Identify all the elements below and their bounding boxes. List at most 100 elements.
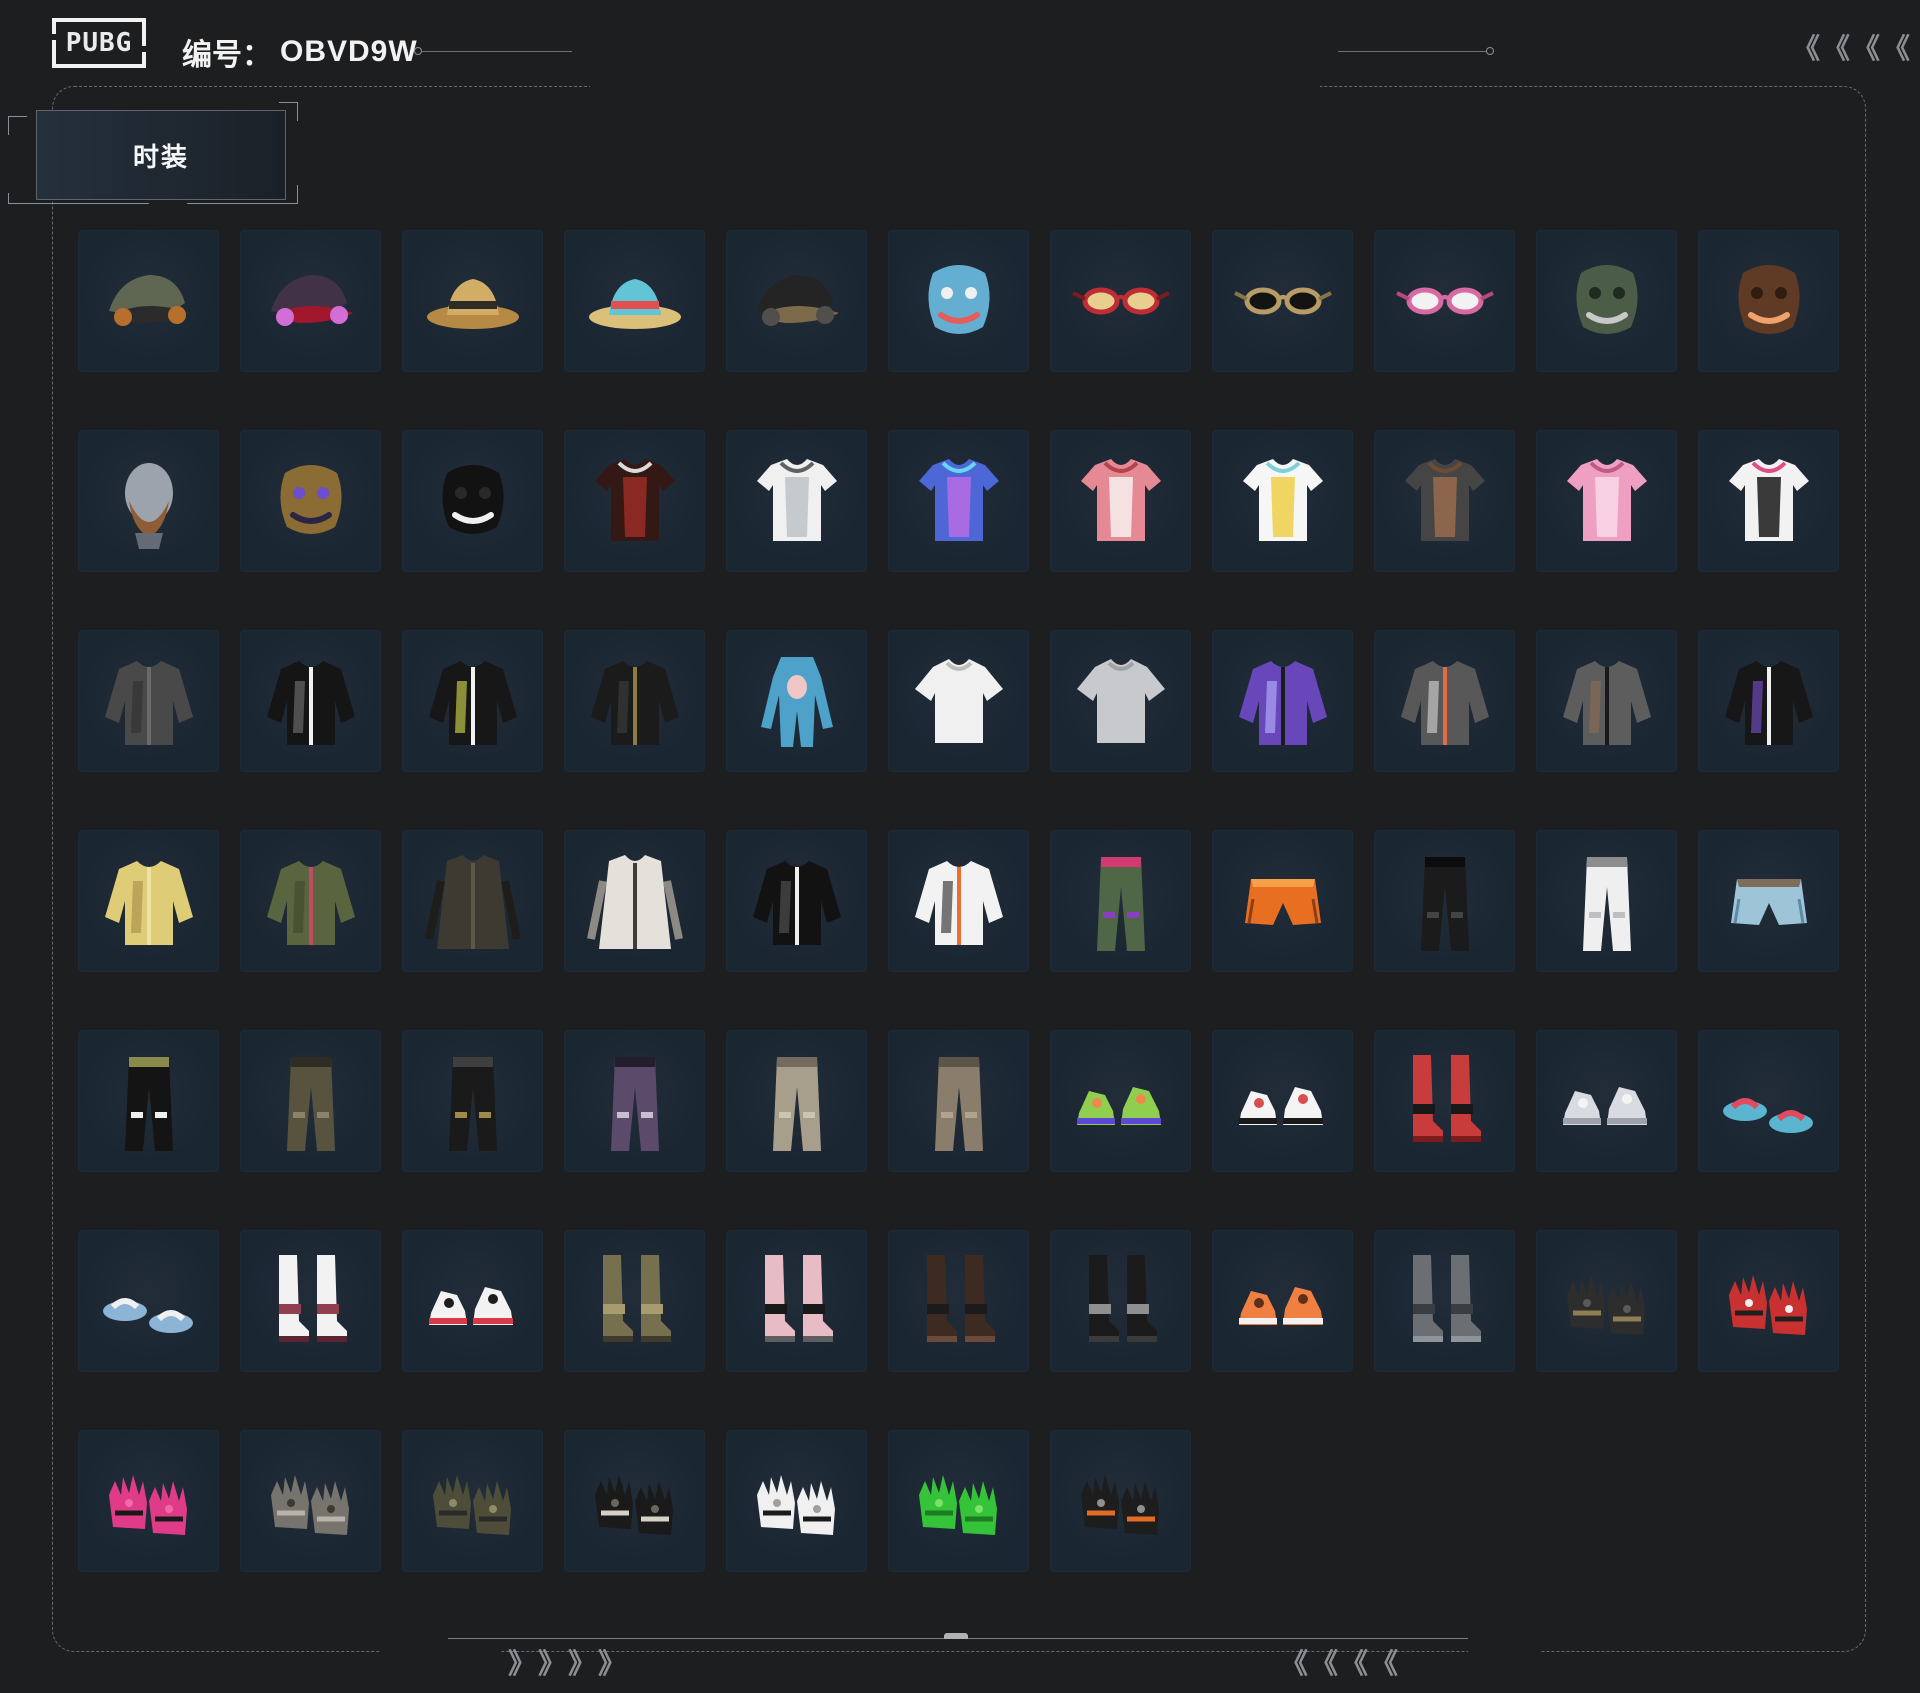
green-bomber-icon	[251, 841, 371, 961]
item-tile[interactable]	[1212, 830, 1353, 972]
gold-sunglasses-icon	[1223, 241, 1343, 361]
item-tile[interactable]	[240, 230, 381, 372]
item-tile[interactable]	[1050, 230, 1191, 372]
item-tile[interactable]	[1212, 230, 1353, 372]
visor-glasses-icon	[1385, 241, 1505, 361]
item-tile[interactable]	[1698, 230, 1839, 372]
item-tile[interactable]	[726, 630, 867, 772]
top-right-arrows: 《 《 《 《	[1792, 35, 1910, 63]
bottom-left-arrows: 》 》 》 》	[508, 1650, 626, 1678]
item-tile[interactable]	[402, 1030, 543, 1172]
item-tile[interactable]	[1698, 1230, 1839, 1372]
item-tile[interactable]	[726, 430, 867, 572]
black-cap-icon	[737, 241, 857, 361]
item-tile[interactable]	[1374, 830, 1515, 972]
item-tile[interactable]	[402, 630, 543, 772]
item-tile[interactable]	[1536, 230, 1677, 372]
item-tile[interactable]	[888, 630, 1029, 772]
item-tile[interactable]	[240, 1030, 381, 1172]
item-tile[interactable]	[1536, 830, 1677, 972]
item-tile[interactable]	[1050, 430, 1191, 572]
white-tank-top-icon	[737, 441, 857, 561]
item-tile[interactable]	[240, 1430, 381, 1572]
item-tile[interactable]	[78, 1030, 219, 1172]
tattoo-shirt-icon	[1385, 441, 1505, 561]
item-tile[interactable]	[888, 1030, 1029, 1172]
item-tile[interactable]	[1374, 1230, 1515, 1372]
item-tile[interactable]	[888, 1230, 1029, 1372]
item-tile[interactable]	[78, 430, 219, 572]
item-tile[interactable]	[1050, 1030, 1191, 1172]
item-tile[interactable]	[1374, 630, 1515, 772]
item-tile[interactable]	[1698, 430, 1839, 572]
frame-gap-bottom-right	[1468, 1645, 1540, 1659]
item-tile[interactable]	[564, 830, 705, 972]
green-gloves-icon	[899, 1441, 1019, 1561]
item-tile[interactable]	[240, 430, 381, 572]
item-tile[interactable]	[1050, 1230, 1191, 1372]
item-tile[interactable]	[564, 1430, 705, 1572]
orange-shorts-icon	[1223, 841, 1343, 961]
item-tile[interactable]	[726, 1030, 867, 1172]
item-tile[interactable]	[1050, 1430, 1191, 1572]
white-orange-jacket-icon	[899, 841, 1019, 961]
item-tile[interactable]	[240, 630, 381, 772]
bottom-left-arrow-2: 》	[538, 1647, 567, 1680]
item-tile[interactable]	[888, 830, 1029, 972]
frame-gap-bottom-left	[380, 1645, 500, 1659]
item-tile[interactable]	[1212, 630, 1353, 772]
bucket-hat-icon	[413, 241, 533, 361]
item-tile[interactable]	[78, 1230, 219, 1372]
item-tile[interactable]	[1050, 830, 1191, 972]
gray-boots-icon	[1385, 1241, 1505, 1361]
item-tile[interactable]	[1698, 1030, 1839, 1172]
item-tile[interactable]	[888, 1430, 1029, 1572]
item-tile[interactable]	[240, 1230, 381, 1372]
item-tile[interactable]	[564, 1030, 705, 1172]
item-tile[interactable]	[1698, 830, 1839, 972]
item-tile[interactable]	[1050, 630, 1191, 772]
item-tile[interactable]	[726, 230, 867, 372]
item-tile[interactable]	[240, 830, 381, 972]
item-tile[interactable]	[1536, 1230, 1677, 1372]
item-tile[interactable]	[726, 830, 867, 972]
item-tile[interactable]	[78, 830, 219, 972]
black-tie-shirt-icon	[575, 641, 695, 761]
item-tile[interactable]	[1212, 430, 1353, 572]
item-tile[interactable]	[564, 430, 705, 572]
item-tile[interactable]	[402, 430, 543, 572]
item-tile[interactable]	[564, 630, 705, 772]
item-tile[interactable]	[78, 1430, 219, 1572]
item-tile[interactable]	[1536, 430, 1677, 572]
item-tile[interactable]	[564, 1230, 705, 1372]
item-tile[interactable]	[1374, 1030, 1515, 1172]
denim-shorts-icon	[1709, 841, 1829, 961]
item-tile[interactable]	[888, 430, 1029, 572]
item-tile[interactable]	[1212, 1030, 1353, 1172]
item-tile[interactable]	[402, 1430, 543, 1572]
item-tile[interactable]	[1536, 1030, 1677, 1172]
white-cargo-pants-icon	[1547, 841, 1667, 961]
item-tile[interactable]	[1374, 430, 1515, 572]
item-tile[interactable]	[1536, 630, 1677, 772]
tab-corner-top-left	[8, 116, 27, 135]
item-tile[interactable]	[564, 230, 705, 372]
bottom-left-arrow-1: 》	[508, 1647, 537, 1680]
dark-gold-pants-icon	[413, 1041, 533, 1161]
item-tile[interactable]	[1374, 230, 1515, 372]
item-tile[interactable]	[1212, 1230, 1353, 1372]
header-line-right-node	[1486, 47, 1494, 55]
item-tile[interactable]	[726, 1230, 867, 1372]
yellow-fuzzy-coat-icon	[89, 841, 209, 961]
item-tile[interactable]	[888, 230, 1029, 372]
gray-vest-hoodie-icon	[1547, 641, 1667, 761]
item-tile[interactable]	[78, 230, 219, 372]
item-tile[interactable]	[1698, 630, 1839, 772]
item-tile[interactable]	[726, 1430, 867, 1572]
white-tee-icon	[899, 641, 1019, 761]
item-tile[interactable]	[402, 1230, 543, 1372]
pink-school-uniform-icon	[1547, 441, 1667, 561]
item-tile[interactable]	[402, 230, 543, 372]
item-tile[interactable]	[78, 630, 219, 772]
item-tile[interactable]	[402, 830, 543, 972]
